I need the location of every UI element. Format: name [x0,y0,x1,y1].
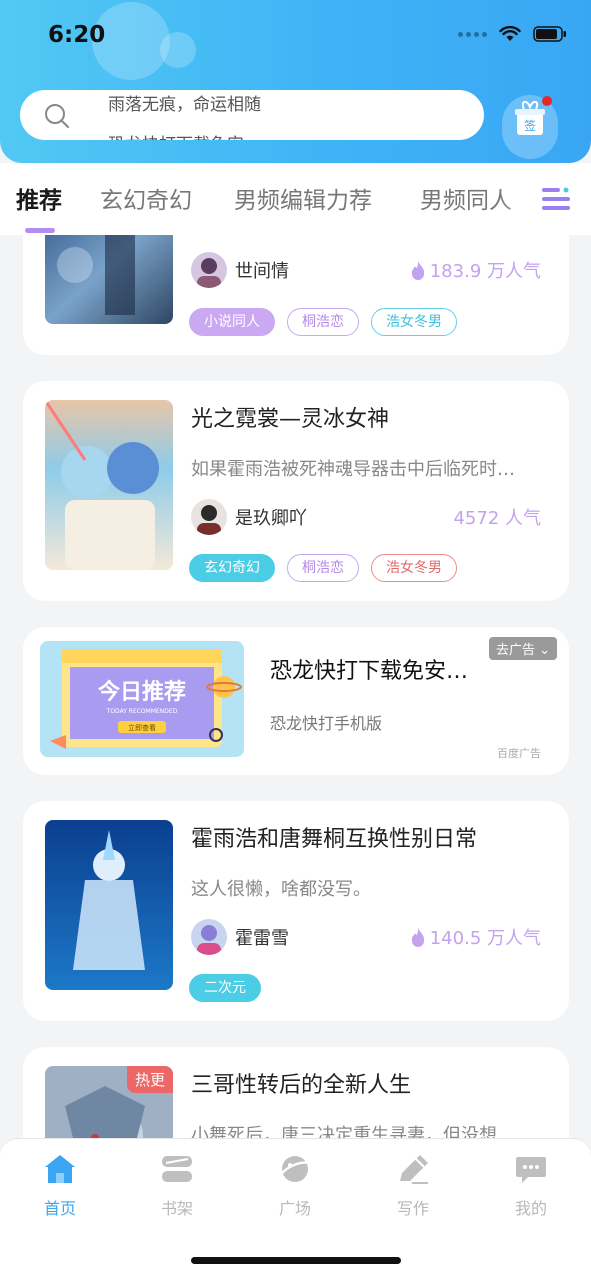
author-name[interactable]: 霍雷雪 [235,924,289,950]
book-description: 如果霍雨浩被死神魂导器击中后临死时… [191,459,515,480]
author-row: 霍雷雪 140.5 万人气 [191,919,541,955]
nav-me-label: 我的 [514,1199,547,1218]
tag[interactable]: 小说同人 [189,308,275,336]
tag-list: 玄幻奇幻 桐浩恋 浩女冬男 [189,554,457,582]
popularity: 4572 人气 [453,504,541,530]
book-card[interactable]: 霍雨浩和唐舞桐互换性别日常 这人很懒，啥都没写。 霍雷雪 140.5 万人气 二… [23,801,569,1021]
search-rotating-hint: 雨落无痕，命运相随 [108,95,261,115]
book-cover [45,400,173,570]
tag[interactable]: 桐浩恋 [287,308,359,336]
book-cover [45,235,173,324]
book-card[interactable]: 热更 三哥性转后的全新人生 小舞死后，唐三决定重生寻妻，但没想… [23,1047,569,1140]
book-card[interactable]: 世间情 183.9 万人气 小说同人 桐浩恋 浩女冬男 [23,235,569,355]
ad-subtitle: 恐龙快打手机版 [270,714,383,733]
tag[interactable]: 桐浩恋 [287,554,359,582]
nav-home[interactable]: 首页 [20,1153,100,1219]
author-row: 是玖卿吖 4572 人气 [191,499,541,535]
home-icon [45,1155,75,1183]
nav-bookshelf[interactable]: 书架 [137,1153,217,1219]
battery-icon [533,26,566,42]
popularity-value: 140.5 万人气 [429,928,541,949]
home-indicator [191,1257,401,1264]
sign-in-button[interactable]: 签 [502,95,558,159]
fire-icon [411,261,424,280]
tag[interactable]: 浩女冬男 [371,554,457,582]
tag[interactable]: 二次元 [189,974,261,1002]
remove-ad-label: 去广告 [495,643,535,658]
popularity: 140.5 万人气 [410,924,541,950]
wifi-icon [499,26,521,41]
ad-image: 今日推荐 TODAY RECOMMENDED 立即查看 [40,641,244,757]
nav-square-label: 广场 [278,1199,311,1218]
popularity-value: 4572 人气 [453,508,541,529]
hot-update-badge: 热更 [126,1066,173,1093]
ad-card[interactable]: 今日推荐 TODAY RECOMMENDED 立即查看 恐龙快打下载免安… 恐龙… [23,627,569,775]
tab-fade [500,163,540,235]
nav-write-label: 写作 [396,1199,429,1218]
nav-write[interactable]: 写作 [373,1153,453,1219]
author-avatar[interactable] [191,499,227,535]
chat-bubble-icon [516,1157,546,1183]
tag[interactable]: 玄幻奇幻 [189,554,275,582]
remove-ad-button[interactable]: 去广告 ⌄ [488,637,557,660]
chevron-down-icon: ⌄ [539,643,550,658]
cellular-icon [458,31,487,37]
nav-home-label: 首页 [43,1199,76,1218]
category-tabs: 推荐 玄幻奇幻 男频编辑力荐 男频同人 [0,163,591,235]
search-rotating-hint-next: 恐龙快打下载免安 [108,130,244,140]
sign-label: 签 [524,118,536,133]
fire-icon [411,928,424,947]
book-cover: 热更 [45,1066,173,1140]
tab-fantasy[interactable]: 玄幻奇幻 [100,181,192,215]
book-description: 这人很懒，啥都没写。 [191,879,371,900]
category-menu-icon[interactable] [540,185,572,213]
ad-image-button: 立即查看 [128,723,156,732]
book-cover [45,820,173,990]
author-avatar[interactable] [191,919,227,955]
pen-icon [400,1155,428,1184]
tab-male-fanfic[interactable]: 男频同人 [420,181,512,215]
ad-source: 百度广告 [497,747,541,760]
author-avatar[interactable] [191,252,227,288]
tag-list: 小说同人 桐浩恋 浩女冬男 [189,308,457,336]
author-name[interactable]: 是玖卿吖 [235,504,307,530]
popularity: 183.9 万人气 [410,257,541,283]
book-title[interactable]: 光之霓裳—灵冰女神 [191,401,389,433]
status-time: 6:20 [48,22,106,48]
nav-me[interactable]: 我的 [491,1153,571,1219]
decor-bubble-small [160,32,196,68]
ad-title[interactable]: 恐龙快打下载免安… [270,653,468,685]
book-feed: 世间情 183.9 万人气 小说同人 桐浩恋 浩女冬男 光之霓裳—灵冰女神 如果 [0,235,591,1140]
ad-image-title: 今日推荐 [98,679,186,705]
status-icons [458,26,567,42]
active-tab-indicator [25,228,55,233]
nav-square[interactable]: 广场 [255,1153,335,1219]
tag-list: 二次元 [189,974,261,1002]
search-bar[interactable]: 雨落无痕，命运相随 恐龙快打下载免安 [20,90,484,140]
search-icon [45,104,69,128]
tab-recommend[interactable]: 推荐 [16,181,62,215]
book-card[interactable]: 光之霓裳—灵冰女神 如果霍雨浩被死神魂导器击中后临死时… 是玖卿吖 4572 人… [23,381,569,601]
bookshelf-icon [162,1156,192,1182]
ad-image-subtitle: TODAY RECOMMENDED [106,708,178,715]
app-header: 6:20 雨落无痕，命运相随 恐龙快打下载免安 签 [0,0,591,163]
book-title[interactable]: 三哥性转后的全新人生 [191,1067,411,1099]
nav-bookshelf-label: 书架 [160,1199,193,1218]
planet-icon [281,1156,311,1182]
book-title[interactable]: 霍雨浩和唐舞桐互换性别日常 [191,821,477,853]
tag[interactable]: 浩女冬男 [371,308,457,336]
popularity-value: 183.9 万人气 [429,261,541,282]
author-name[interactable]: 世间情 [235,257,289,283]
author-row: 世间情 183.9 万人气 [191,252,541,288]
gift-sign-icon: 签 [515,96,552,135]
tab-male-editor-picks[interactable]: 男频编辑力荐 [234,181,372,215]
